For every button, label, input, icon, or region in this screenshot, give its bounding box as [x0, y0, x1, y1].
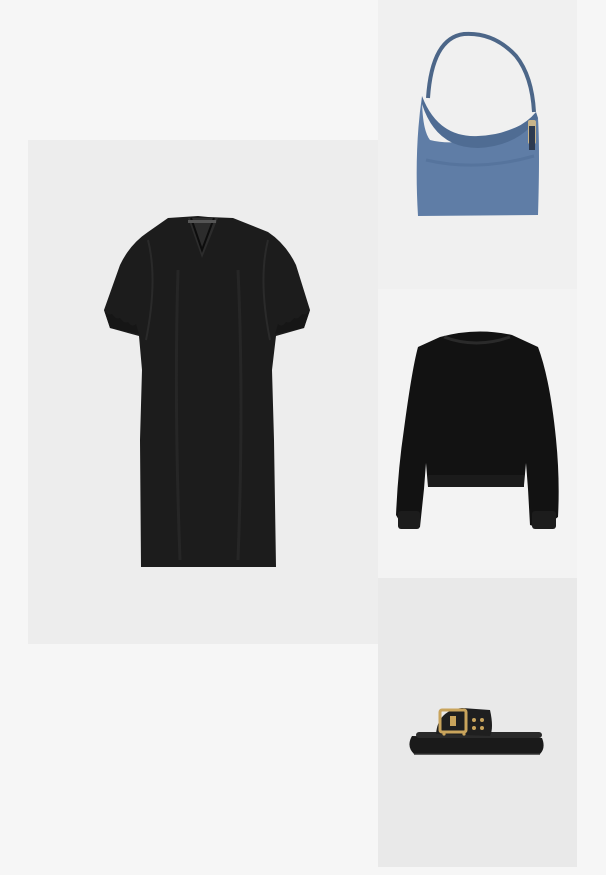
product-tile-sandal[interactable]	[378, 578, 577, 867]
product-tile-bag[interactable]	[378, 0, 577, 289]
sandal-image	[409, 708, 544, 755]
dress-image	[104, 216, 310, 567]
outfit-page: { "outfit": { "items": [ { "category": "…	[0, 0, 606, 875]
bag-image	[416, 31, 539, 216]
product-tile-dress[interactable]	[28, 140, 378, 644]
sweater-image	[396, 331, 559, 529]
product-tile-sweater[interactable]	[378, 289, 577, 578]
